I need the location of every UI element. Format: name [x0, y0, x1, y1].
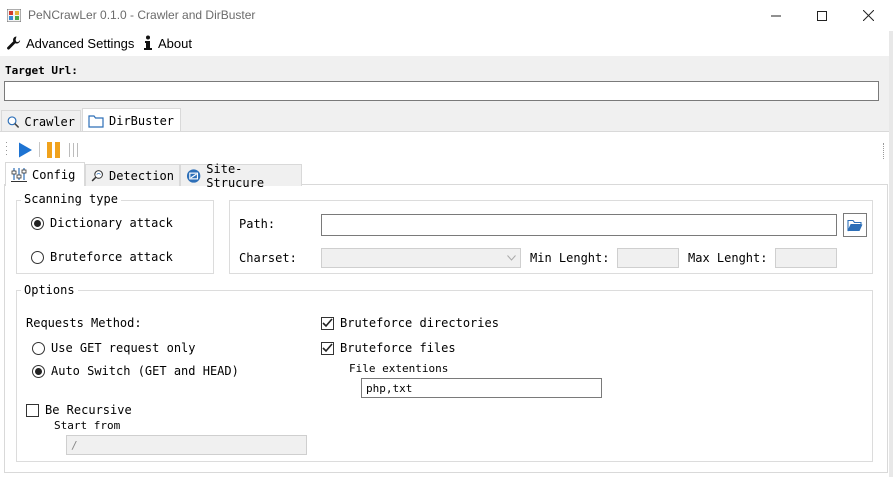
maximize-button[interactable]: [799, 0, 845, 31]
max-length-label: Max Lenght:: [688, 251, 768, 265]
path-label: Path:: [239, 217, 276, 231]
pause-icon: [47, 142, 60, 158]
menu-about-label: About: [158, 35, 192, 51]
requests-method-label: Requests Method:: [26, 316, 142, 330]
file-extensions-label: File extentions: [349, 362, 449, 375]
sliders-icon: [11, 168, 27, 182]
play-icon: [19, 142, 32, 158]
search-icon: [7, 115, 20, 128]
toolbar-separator: [39, 142, 40, 157]
target-url-label: Target Url:: [5, 64, 78, 77]
charset-dropdown-arrow[interactable]: [502, 249, 520, 267]
radio-dictionary-attack[interactable]: Dictionary attack: [31, 216, 173, 230]
radio-bruteforce-label: Bruteforce attack: [50, 250, 173, 264]
options-title: Options: [21, 283, 78, 297]
checkbox-bruteforce-files[interactable]: Bruteforce files: [321, 341, 456, 355]
tab-detection[interactable]: Detection: [85, 164, 180, 186]
start-from-input[interactable]: /: [66, 435, 307, 455]
radio-dictionary-circle[interactable]: [31, 216, 44, 230]
start-button[interactable]: [16, 141, 34, 159]
checkmark-icon: [322, 343, 333, 353]
stop-bars-icon: [69, 143, 78, 157]
checkbox-be-recursive-box[interactable]: [26, 403, 39, 417]
start-from-value: /: [71, 438, 78, 452]
browse-path-button[interactable]: [843, 213, 867, 237]
tab-config-label: Config: [32, 167, 76, 182]
close-icon: [862, 10, 874, 21]
charset-label: Charset:: [239, 251, 297, 265]
min-length-input[interactable]: [617, 248, 679, 268]
radio-auto-switch-circle[interactable]: [32, 364, 45, 378]
path-input[interactable]: [321, 214, 837, 236]
pause-button[interactable]: [45, 141, 63, 159]
stop-button[interactable]: [68, 143, 80, 157]
checkbox-bruteforce-directories-box[interactable]: [321, 316, 334, 330]
minimize-icon: [771, 15, 781, 16]
toolbar-grip: [5, 141, 8, 158]
open-folder-icon: [847, 219, 863, 231]
tab-detection-label: Detection: [108, 168, 174, 183]
menu-advanced-settings-label: Advanced Settings: [26, 35, 135, 51]
minimize-button[interactable]: [753, 0, 799, 31]
menu-advanced-settings[interactable]: Advanced Settings: [6, 33, 134, 53]
wrench-icon: [7, 36, 21, 50]
checkmark-icon: [322, 318, 333, 328]
window-title: PeNCrawLer 0.1.0 - Crawler and DirBuster: [28, 8, 256, 22]
file-extensions-value: php,txt: [366, 381, 413, 395]
target-url-input[interactable]: [4, 81, 879, 101]
radio-bruteforce-circle[interactable]: [31, 250, 44, 264]
min-length-label: Min Lenght:: [530, 251, 610, 265]
folder-icon: [88, 114, 104, 128]
radio-get-only[interactable]: Use GET request only: [32, 341, 196, 355]
checkbox-bruteforce-files-label: Bruteforce files: [340, 341, 456, 355]
tab-site-structure-label: Site-Strucure: [206, 161, 265, 190]
max-length-input[interactable]: [775, 248, 837, 268]
checkbox-bruteforce-files-box[interactable]: [321, 341, 334, 355]
tab-config[interactable]: Config: [5, 162, 85, 186]
chevron-down-icon: [506, 255, 516, 261]
maximize-icon: [817, 10, 827, 21]
checkbox-be-recursive[interactable]: Be Recursive: [26, 403, 132, 417]
checkbox-bruteforce-directories[interactable]: Bruteforce directories: [321, 316, 499, 330]
checkbox-be-recursive-label: Be Recursive: [45, 403, 132, 417]
radio-get-only-label: Use GET request only: [51, 341, 196, 355]
close-button[interactable]: [845, 0, 891, 31]
magnifier-icon: [91, 169, 103, 181]
checkbox-bruteforce-directories-label: Bruteforce directories: [340, 316, 499, 330]
tab-crawler[interactable]: Crawler: [1, 110, 81, 132]
radio-auto-switch-label: Auto Switch (GET and HEAD): [51, 364, 239, 378]
app-icon: [6, 8, 22, 23]
tab-crawler-label: Crawler: [24, 114, 75, 129]
toolbar-end-grip: [883, 143, 885, 159]
tab-dirbuster-label: DirBuster: [109, 113, 175, 128]
file-extensions-input[interactable]: php,txt: [361, 378, 602, 398]
charset-select[interactable]: [321, 248, 521, 268]
radio-dictionary-label: Dictionary attack: [50, 216, 173, 230]
tab-site-structure[interactable]: Site-Strucure: [180, 162, 302, 190]
sitemap-icon: [186, 168, 201, 183]
toolbar: [4, 138, 884, 162]
info-icon: [144, 35, 152, 50]
start-from-label: Start from: [54, 419, 121, 432]
radio-bruteforce-attack[interactable]: Bruteforce attack: [31, 250, 173, 264]
radio-get-only-circle[interactable]: [32, 341, 45, 355]
radio-auto-switch[interactable]: Auto Switch (GET and HEAD): [32, 364, 239, 378]
window-edge: [889, 31, 893, 477]
tab-dirbuster[interactable]: DirBuster: [82, 108, 181, 132]
menu-about[interactable]: About: [142, 33, 192, 53]
scanning-type-title: Scanning type: [21, 192, 121, 206]
